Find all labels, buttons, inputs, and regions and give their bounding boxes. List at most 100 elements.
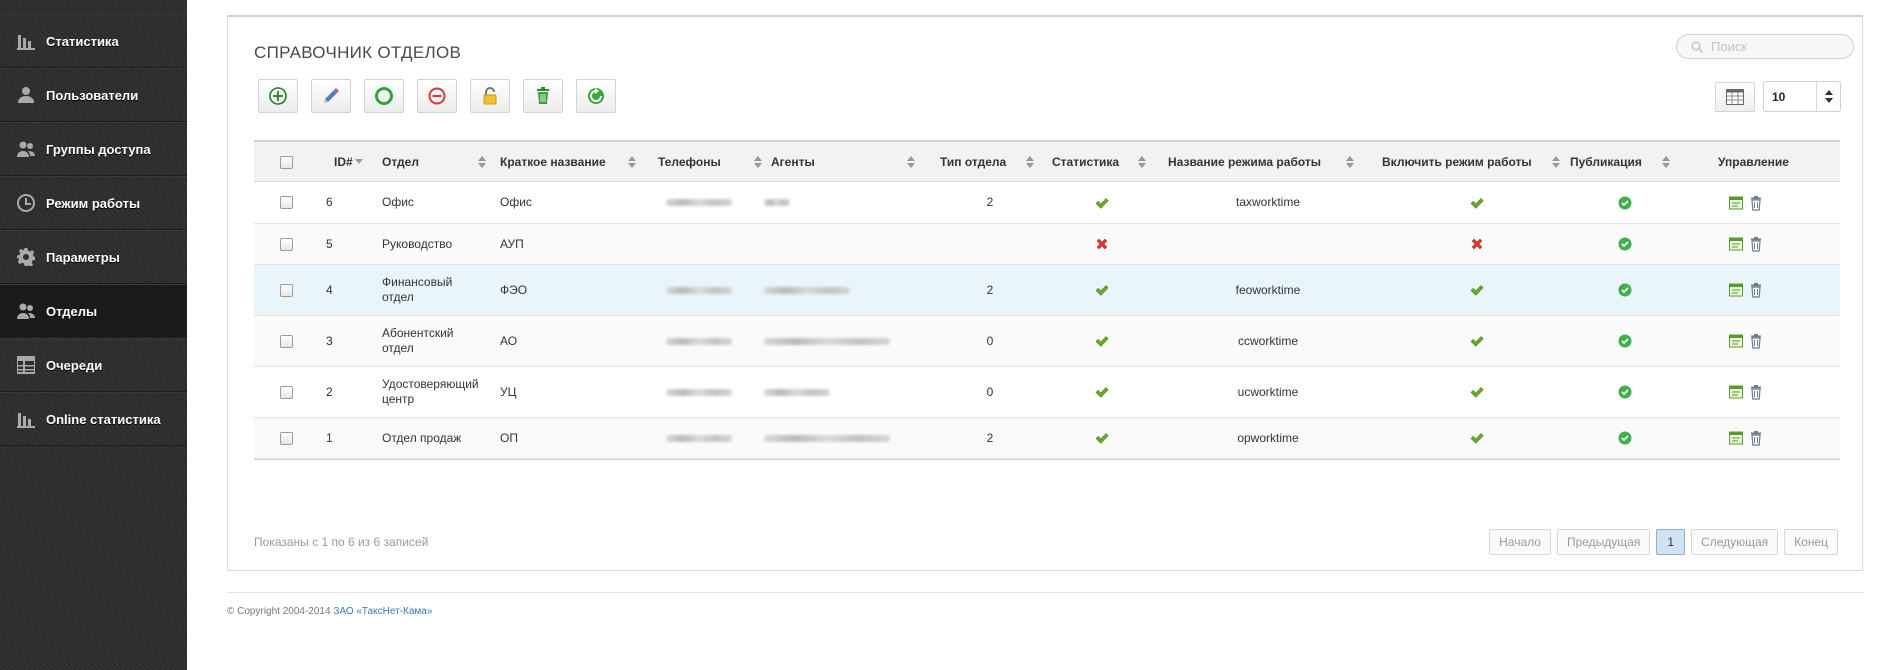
add-button[interactable] [258,79,298,113]
row-checkbox[interactable] [280,265,293,315]
published-icon [1618,196,1632,209]
cell-short-name: АО [500,333,518,348]
page-next-button[interactable]: Следующая [1691,529,1779,555]
sidebar-item-departments[interactable]: Отделы [0,284,187,338]
trash-icon[interactable] [1748,195,1764,211]
page-title: СПРАВОЧНИК ОТДЕЛОВ [254,43,462,62]
disable-button[interactable] [417,79,457,113]
footer-divider [227,592,1864,593]
stepper-arrows[interactable] [1816,82,1840,111]
column-header-agents[interactable]: Агенты [771,142,921,182]
cell-manage [1702,418,1790,458]
trash-icon[interactable] [1748,430,1764,446]
trash-icon [537,87,549,104]
sidebar-item-label: Пользователи [46,87,139,103]
column-header-publication[interactable]: Публикация [1570,142,1680,182]
column-header-statistics[interactable]: Статистика [1052,142,1152,182]
column-header-work-mode-enabled[interactable]: Включить режим работы [1382,142,1572,182]
column-header-work-mode-name[interactable]: Название режима работы [1168,142,1368,182]
cell-dept-type: 0 [986,384,994,399]
trash-icon[interactable] [1748,384,1764,400]
cell-dept-type: 2 [986,430,994,445]
search-input[interactable]: Поиск [1676,34,1854,59]
column-header-phones[interactable]: Телефоны [658,142,770,182]
sort-icon [1346,156,1354,168]
select-all-checkbox[interactable] [280,142,293,182]
sidebar-item-parameters[interactable]: Параметры [0,230,187,284]
cell-work-mode-enabled [1382,418,1572,458]
row-checkbox[interactable] [280,367,293,417]
check-icon [1470,387,1484,398]
published-icon [1618,283,1632,297]
row-checkbox[interactable] [280,316,293,366]
table-row[interactable]: 4 Финансовый отдел ФЭО 2 feoworktime [254,265,1840,316]
chevron-up-icon[interactable] [1824,90,1833,95]
column-header-dept-type[interactable]: Тип отдела [940,142,1040,182]
sort-icon [1138,156,1146,168]
sidebar-item-users[interactable]: Пользователи [0,68,187,122]
refresh-button[interactable] [576,79,616,113]
trash-icon[interactable] [1748,333,1764,349]
row-checkbox[interactable] [280,224,293,264]
page-size-stepper[interactable]: 10 [1763,81,1841,112]
edit-form-icon[interactable] [1728,333,1744,349]
sidebar-item-work-mode[interactable]: Режим работы [0,176,187,230]
sidebar-item-statistics[interactable]: Статистика [0,14,187,68]
bar-chart-icon [16,410,36,428]
row-checkbox[interactable] [280,418,293,458]
sidebar-item-online-statistics[interactable]: Online статистика [0,392,187,446]
add-circle-icon [269,87,287,105]
enable-button[interactable] [364,79,404,113]
trash-icon[interactable] [1748,236,1764,252]
edit-form-icon[interactable] [1728,384,1744,400]
cell-id: 4 [326,282,333,297]
table-row[interactable]: 1 Отдел продаж ОП 2 opworktime [254,418,1840,459]
edit-button[interactable] [311,79,351,113]
page-number-button[interactable]: 1 [1656,529,1686,555]
sidebar-item-access-groups[interactable]: Группы доступа [0,122,187,176]
edit-form-icon[interactable] [1728,430,1744,446]
row-checkbox[interactable] [280,182,293,223]
cell-statistics [1052,265,1152,315]
columns-toggle-button[interactable] [1715,82,1755,112]
sidebar-item-queues[interactable]: Очереди [0,338,187,392]
page-first-button[interactable]: Начало [1489,529,1551,555]
table-row[interactable]: 6 Офис Офис 2 taxworktime [254,182,1840,224]
cell-department: Абонентский отдел [382,326,454,355]
edit-form-icon[interactable] [1728,236,1744,252]
edit-form-icon[interactable] [1728,195,1744,211]
users-group-icon [16,302,36,320]
table-row[interactable]: 3 Абонентский отдел АО 0 ccworktime [254,316,1840,367]
column-header-department[interactable]: Отдел [382,142,492,182]
cell-manage [1702,367,1790,417]
trash-icon[interactable] [1748,282,1764,298]
cell-agents [764,265,850,315]
company-link[interactable]: ЗАО «ТаксНет-Кама» [333,606,432,617]
enable-circle-icon [375,87,393,105]
cell-publication [1570,418,1680,458]
table-row[interactable]: 5 Руководство АУП [254,224,1840,265]
check-icon [1470,285,1484,296]
copyright-text: © Copyright 2004-2014 [227,606,331,617]
cell-work-mode-name: ccworktime [1237,333,1298,348]
departments-panel: СПРАВОЧНИК ОТДЕЛОВ Поиск 10 ID# Отдел Кр… [227,15,1863,571]
lock-button[interactable] [470,79,510,113]
cell-publication [1570,367,1680,417]
page-prev-button[interactable]: Предыдущая [1556,529,1651,555]
cell-phones [666,265,732,315]
column-header-id[interactable]: ID# [334,142,363,182]
table-body: 6 Офис Офис 2 taxworktime 5 Руководство АУП 4 Фин… [254,182,1840,459]
sort-icon [754,156,762,168]
cell-statistics [1052,316,1152,366]
check-icon [1470,197,1484,209]
column-header-short-name[interactable]: Краткое название [500,142,640,182]
cell-manage [1702,316,1790,366]
search-placeholder: Поиск [1711,39,1748,54]
chevron-down-icon[interactable] [1824,98,1833,103]
cell-statistics [1052,418,1152,458]
edit-form-icon[interactable] [1728,282,1744,298]
delete-button[interactable] [523,79,563,113]
page-last-button[interactable]: Конец [1784,529,1838,555]
table-row[interactable]: 2 Удостоверяющий центр УЦ 0 ucworktime [254,367,1840,418]
cell-work-mode-name [1168,224,1368,264]
